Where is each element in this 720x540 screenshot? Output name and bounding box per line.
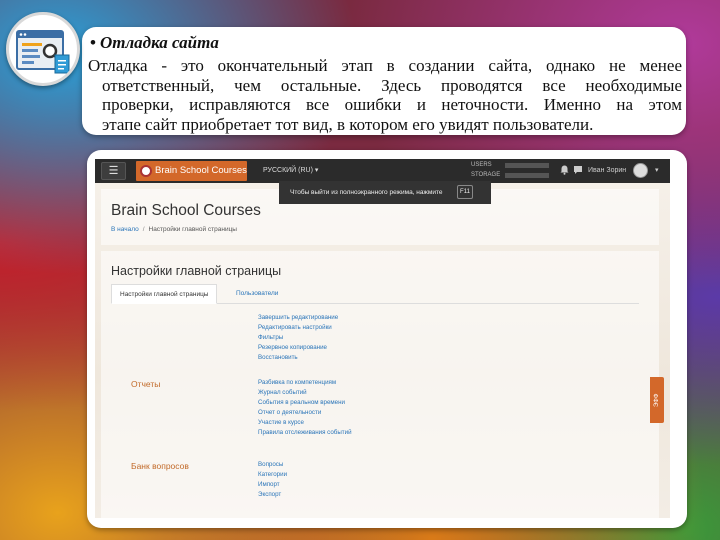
question-bank-links: Вопросы Категории Импорт Экспорт — [258, 460, 287, 500]
section-question-bank-title: Банк вопросов — [131, 461, 189, 471]
users-stat-label: USERS — [471, 162, 492, 168]
site-title: Brain School Courses — [111, 202, 261, 219]
brand-label: Brain School Courses — [155, 165, 247, 176]
link-restore[interactable]: Восстановить — [258, 353, 338, 363]
link-filters[interactable]: Фильтры — [258, 333, 338, 343]
users-stat-bar — [505, 163, 549, 168]
storage-stat-bar — [505, 173, 549, 178]
top-navbar: ☰ Brain School Courses РУССКИЙ (RU) ▾ US… — [95, 159, 670, 183]
heading-bullet: • — [90, 33, 96, 52]
heading-text: Отладка сайта — [99, 33, 219, 52]
link-event-monitoring-rules[interactable]: Правила отслеживания событий — [258, 428, 352, 438]
fullscreen-exit-tooltip: Чтобы выйти из полноэкранного режима, на… — [279, 181, 491, 204]
slide-heading: • Отладка сайта — [90, 33, 219, 53]
brand-button[interactable]: Brain School Courses — [136, 161, 247, 181]
link-categories[interactable]: Категории — [258, 470, 287, 480]
body-line: ответственный, чем остальные. Здесь пров… — [102, 75, 682, 95]
link-import[interactable]: Импорт — [258, 480, 287, 490]
brand-logo-icon — [140, 165, 152, 177]
section-reports-title: Отчеты — [131, 379, 161, 389]
storage-stat-label: STORAGE — [471, 172, 501, 178]
link-finish-editing[interactable]: Завершить редактирование — [258, 313, 338, 323]
breadcrumb-home-link[interactable]: В начало — [111, 226, 139, 233]
link-live-events[interactable]: События в реальном времени — [258, 398, 352, 408]
link-event-log[interactable]: Журнал событий — [258, 388, 352, 398]
webpage-logo-icon — [6, 12, 80, 86]
reports-links: Разбивка по компетенциям Журнал событий … — [258, 378, 352, 438]
bell-icon[interactable] — [560, 165, 569, 178]
f11-key: F11 — [457, 185, 473, 199]
side-drawer-tab[interactable]: ЭФФ — [650, 377, 664, 423]
tab-frontpage-settings[interactable]: Настройки главной страницы — [111, 284, 218, 304]
main-content: Настройки главной страницы Настройки гла… — [101, 251, 659, 518]
breadcrumb: В начало / Настройки главной страницы — [111, 226, 237, 233]
slide-text-card: • Отладка сайта Отладка - это окончательн… — [82, 27, 686, 135]
general-links: Завершить редактирование Редактировать н… — [258, 313, 338, 363]
user-menu-chevron-icon[interactable]: ▾ — [655, 159, 659, 183]
moodle-screen: ☰ Brain School Courses РУССКИЙ (RU) ▾ US… — [95, 159, 670, 518]
tab-users[interactable]: Пользователи — [228, 284, 286, 304]
language-label: РУССКИЙ (RU) — [263, 167, 313, 174]
link-competency-breakdown[interactable]: Разбивка по компетенциям — [258, 378, 352, 388]
chevron-down-icon: ▾ — [314, 167, 319, 174]
user-name[interactable]: Иван Зорин — [588, 159, 626, 183]
breadcrumb-separator: / — [142, 226, 145, 233]
body-line: этапе сайт приобретает тот вид, в которо… — [102, 114, 594, 134]
body-line: проверки, исправляются все ошибки и нето… — [102, 95, 682, 114]
link-export[interactable]: Экспорт — [258, 490, 287, 500]
screenshot-card: ☰ Brain School Courses РУССКИЙ (RU) ▾ US… — [87, 150, 687, 528]
breadcrumb-current: Настройки главной страницы — [148, 226, 237, 233]
body-line: Отладка - это окончательный этап в созда… — [88, 56, 682, 75]
chat-icon[interactable] — [573, 165, 583, 178]
slide-body: Отладка - это окончательный этап в созда… — [88, 56, 682, 134]
language-menu[interactable]: РУССКИЙ (RU) ▾ — [263, 159, 318, 183]
tooltip-text: Чтобы выйти из полноэкранного режима, на… — [290, 189, 443, 196]
hamburger-menu-icon[interactable]: ☰ — [101, 162, 126, 180]
link-backup[interactable]: Резервное копирование — [258, 343, 338, 353]
link-course-participation[interactable]: Участие в курсе — [258, 418, 352, 428]
link-questions[interactable]: Вопросы — [258, 460, 287, 470]
link-edit-settings[interactable]: Редактировать настройки — [258, 323, 338, 333]
page-title: Настройки главной страницы — [111, 264, 282, 278]
link-activity-report[interactable]: Отчет о деятельности — [258, 408, 352, 418]
tab-bar: Настройки главной страницы Пользователи — [111, 284, 639, 304]
avatar[interactable] — [633, 163, 648, 178]
